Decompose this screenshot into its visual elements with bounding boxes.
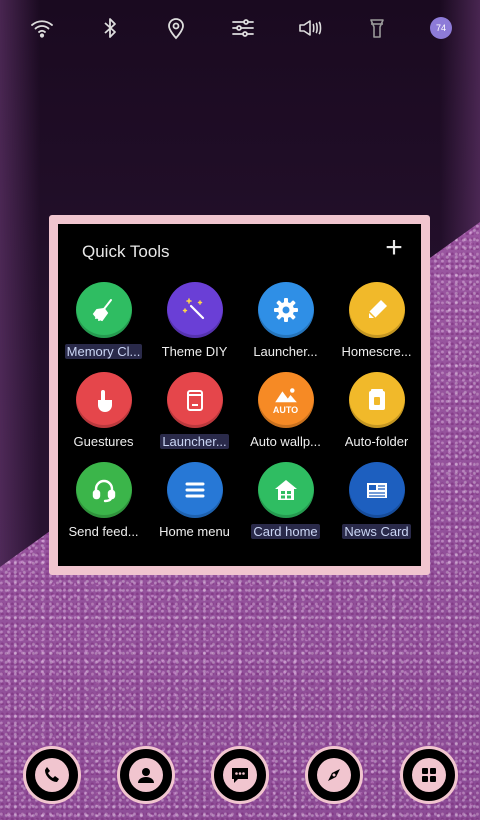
broom-icon: [92, 299, 112, 322]
tile-icon-bg: [166, 462, 223, 518]
tile-icon-bg: [257, 282, 314, 338]
browser-icon: [328, 769, 340, 781]
battery-badge: 74: [427, 14, 455, 42]
gear-icon: [273, 298, 298, 322]
pencil-icon: [367, 300, 387, 319]
tile-label: Theme DIY: [161, 344, 228, 359]
magic-wand-icon: [182, 298, 204, 320]
home-card-icon: [274, 480, 297, 500]
tile-label: Auto-folder: [344, 434, 409, 449]
wallpaper-icon: [274, 387, 297, 402]
dock: [0, 746, 480, 808]
status-bar: 74: [0, 0, 480, 56]
apps-icon: [422, 768, 436, 782]
newspaper-icon: [366, 483, 387, 498]
tile-icon-bg: [348, 282, 405, 338]
tool-auto-wallpaper[interactable]: AUTO Auto wallp...: [240, 372, 331, 462]
tile-label: News Card: [342, 524, 411, 539]
tile-label: Launcher...: [253, 344, 318, 359]
tool-homescreen-edit[interactable]: Homescre...: [331, 282, 422, 372]
trash-icon: [186, 390, 203, 411]
tile-icon-bg: AUTO: [257, 372, 314, 428]
tile-icon-bg: [348, 462, 405, 518]
phone-icon: [45, 767, 59, 782]
add-tool-button[interactable]: +: [381, 233, 407, 263]
bluetooth-icon[interactable]: [96, 14, 124, 42]
tool-home-menu[interactable]: Home menu: [149, 462, 240, 552]
location-icon[interactable]: [162, 14, 190, 42]
tool-news-card[interactable]: News Card: [331, 462, 422, 552]
tile-icon-bg: [75, 462, 132, 518]
tool-auto-folder[interactable]: Auto-folder: [331, 372, 422, 462]
quick-tools-title: Quick Tools: [82, 242, 170, 261]
tile-icon-bg: [75, 372, 132, 428]
tool-gestures[interactable]: Guestures: [58, 372, 149, 462]
headset-icon: [92, 479, 115, 503]
menu-icon: [185, 482, 204, 498]
tile-label: Card home: [251, 524, 320, 539]
tool-memory-cleaner[interactable]: Memory Cl...: [58, 282, 149, 372]
battery-level: 74: [430, 17, 452, 39]
tile-icon-bg: [348, 372, 405, 428]
tool-launcher-settings[interactable]: Launcher...: [240, 282, 331, 372]
dock-apps[interactable]: [400, 746, 458, 804]
tile-icon-bg: [257, 462, 314, 518]
folder-icon: [368, 389, 385, 410]
tool-launcher-uninstall[interactable]: Launcher...: [149, 372, 240, 462]
tile-label: Guestures: [73, 434, 134, 449]
dock-browser[interactable]: [305, 746, 363, 804]
quick-tools-grid: Memory Cl... Theme DIY Launcher... Homes…: [58, 282, 421, 552]
tile-icon-bg: [75, 282, 132, 338]
tile-icon-bg: [166, 372, 223, 428]
dock-messages[interactable]: [211, 746, 269, 804]
dock-phone[interactable]: [23, 746, 81, 804]
tile-icon-bg: [166, 282, 223, 338]
tile-label: Homescre...: [341, 344, 412, 359]
wifi-icon[interactable]: [28, 14, 56, 42]
auto-badge: AUTO: [272, 404, 299, 415]
hand-icon: [97, 390, 112, 412]
tile-label: Send feed...: [68, 524, 139, 539]
tile-label: Home menu: [159, 524, 230, 539]
tile-label: Launcher...: [160, 434, 229, 449]
tool-send-feedback[interactable]: Send feed...: [58, 462, 149, 552]
equalizer-icon[interactable]: [229, 14, 257, 42]
messages-icon: [232, 768, 248, 783]
dock-contacts[interactable]: [117, 746, 175, 804]
flashlight-icon[interactable]: [363, 14, 391, 42]
tool-card-home[interactable]: Card home: [240, 462, 331, 552]
tile-label: Auto wallp...: [250, 434, 321, 449]
tool-theme-diy[interactable]: Theme DIY: [149, 282, 240, 372]
vibrate-icon[interactable]: [296, 14, 324, 42]
tile-label: Memory Cl...: [64, 344, 143, 359]
contacts-icon: [138, 768, 154, 783]
quick-tools-panel: Quick Tools + Memory Cl... Theme DIY Lau…: [49, 215, 430, 575]
